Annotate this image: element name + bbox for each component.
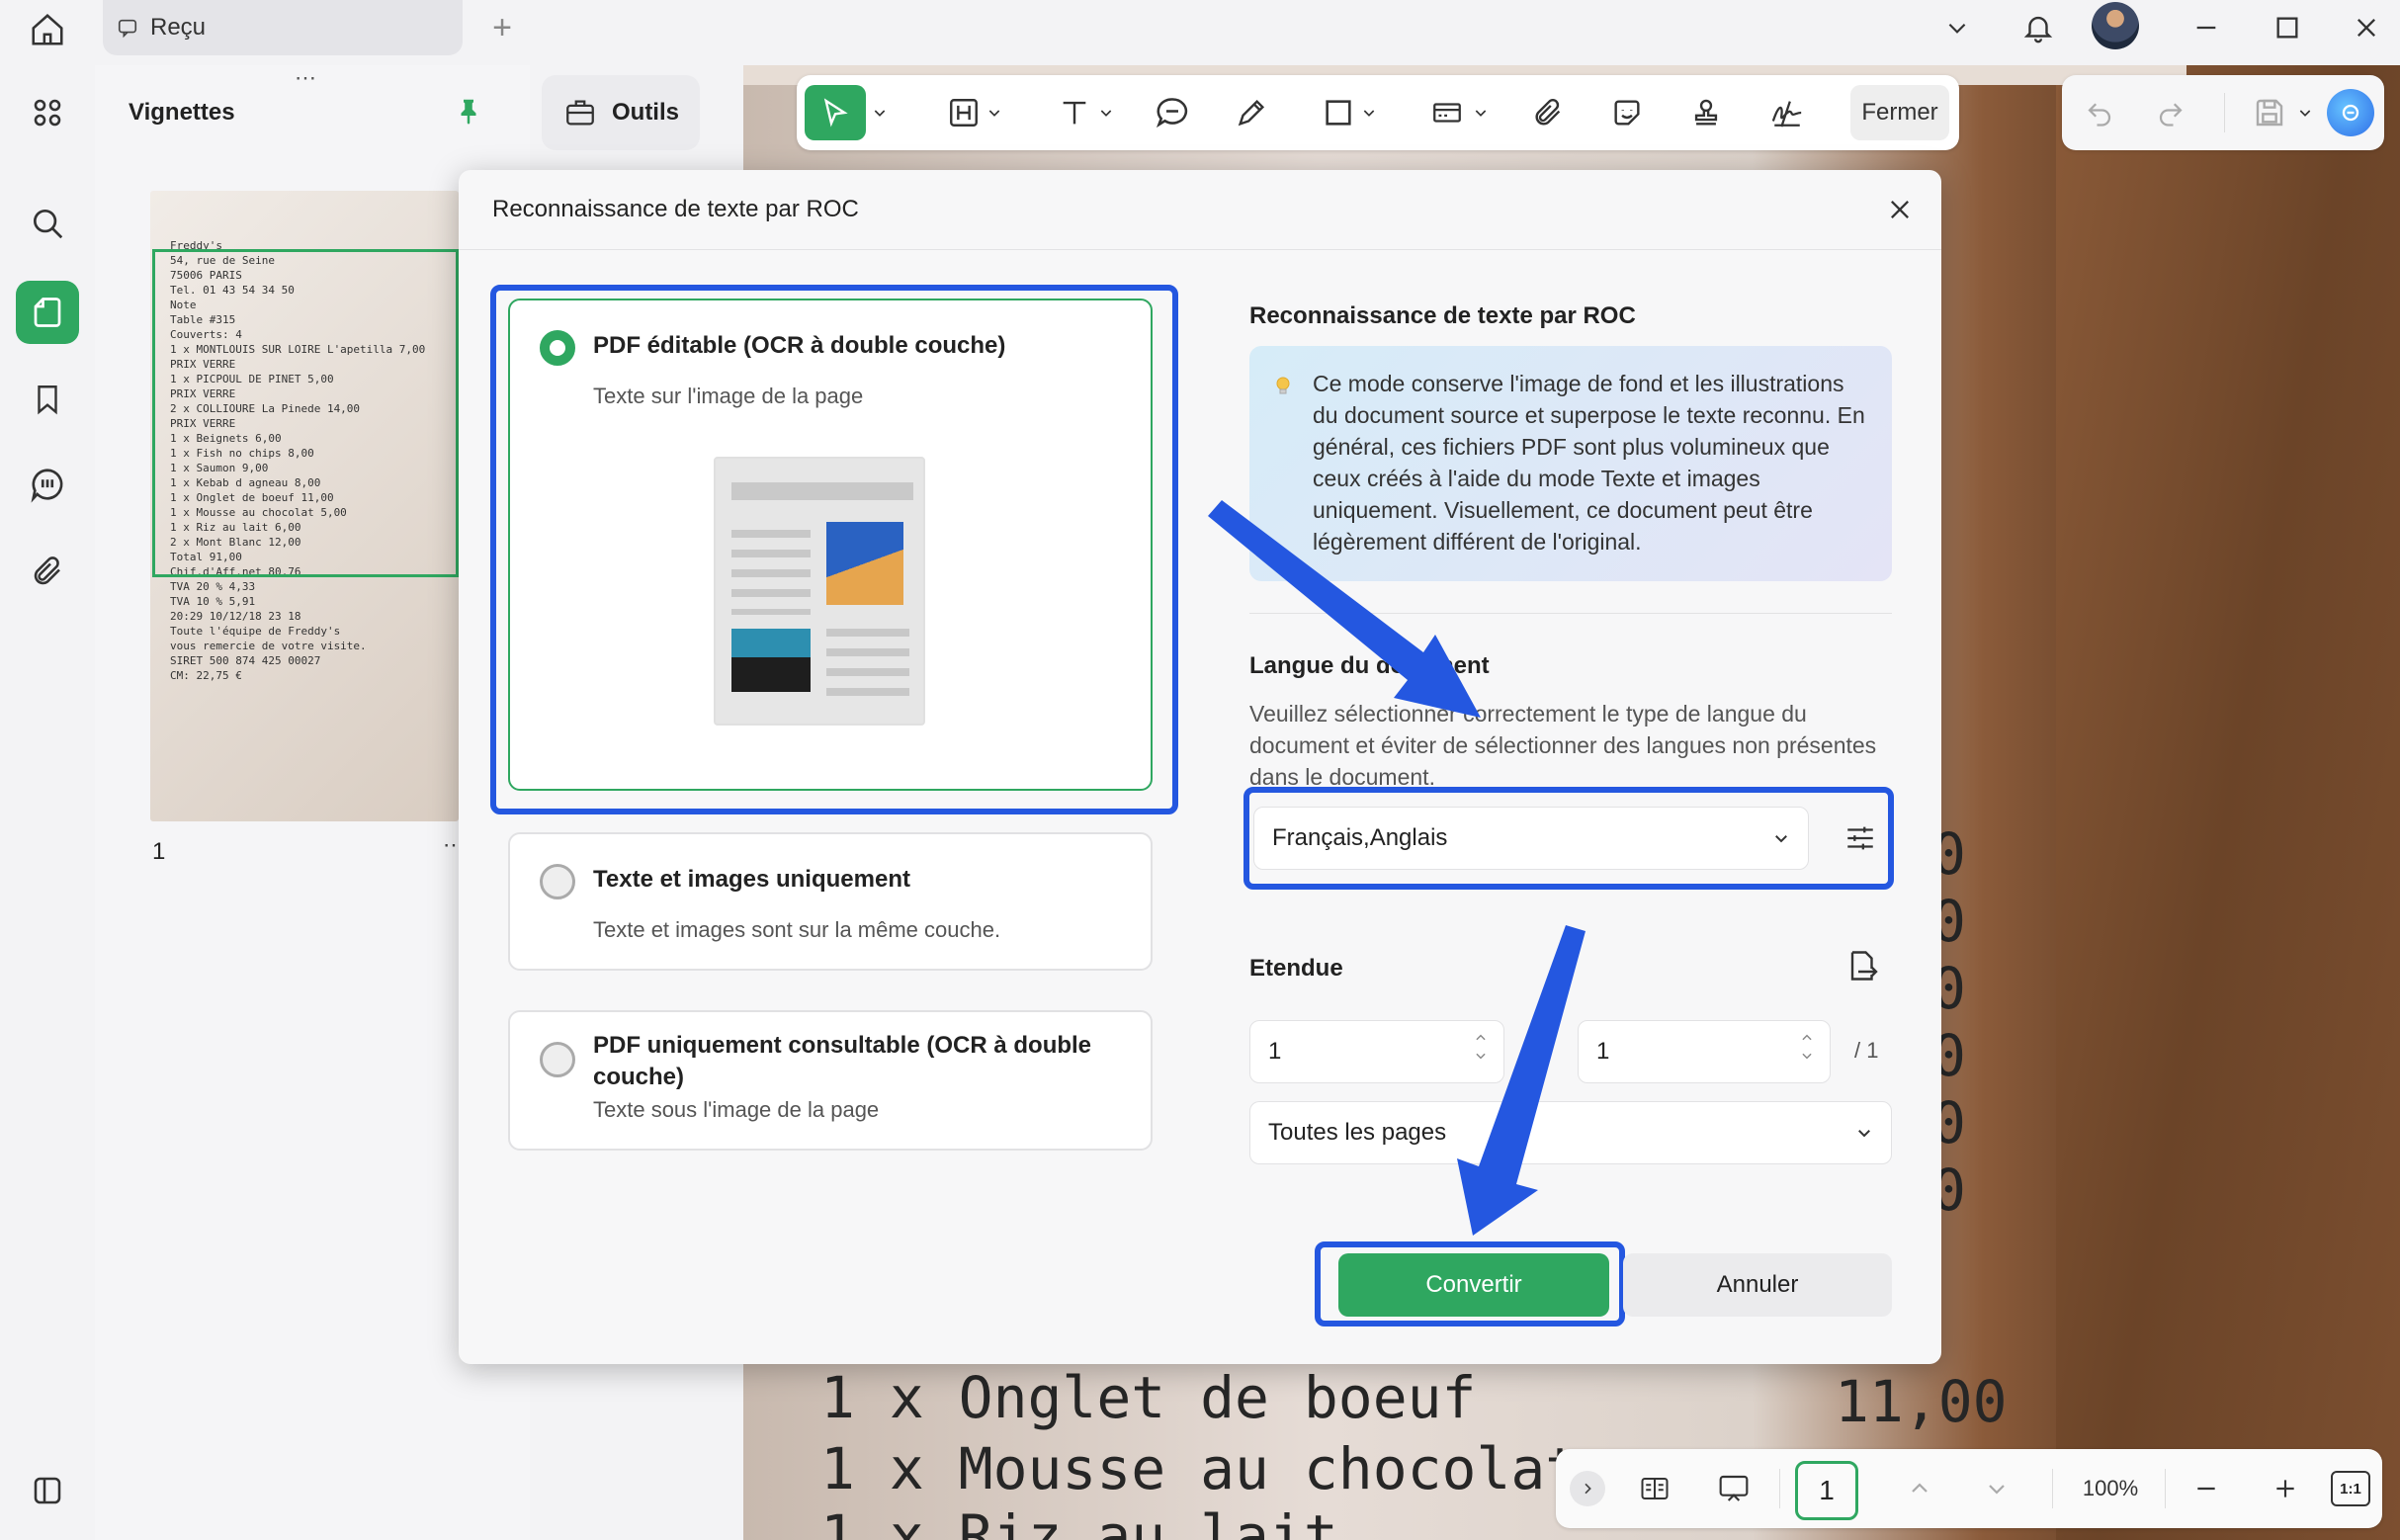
arrow-to-language (1208, 500, 1481, 718)
tutorial-arrows (1208, 500, 1586, 1236)
arrow-to-convert (1457, 925, 1586, 1236)
